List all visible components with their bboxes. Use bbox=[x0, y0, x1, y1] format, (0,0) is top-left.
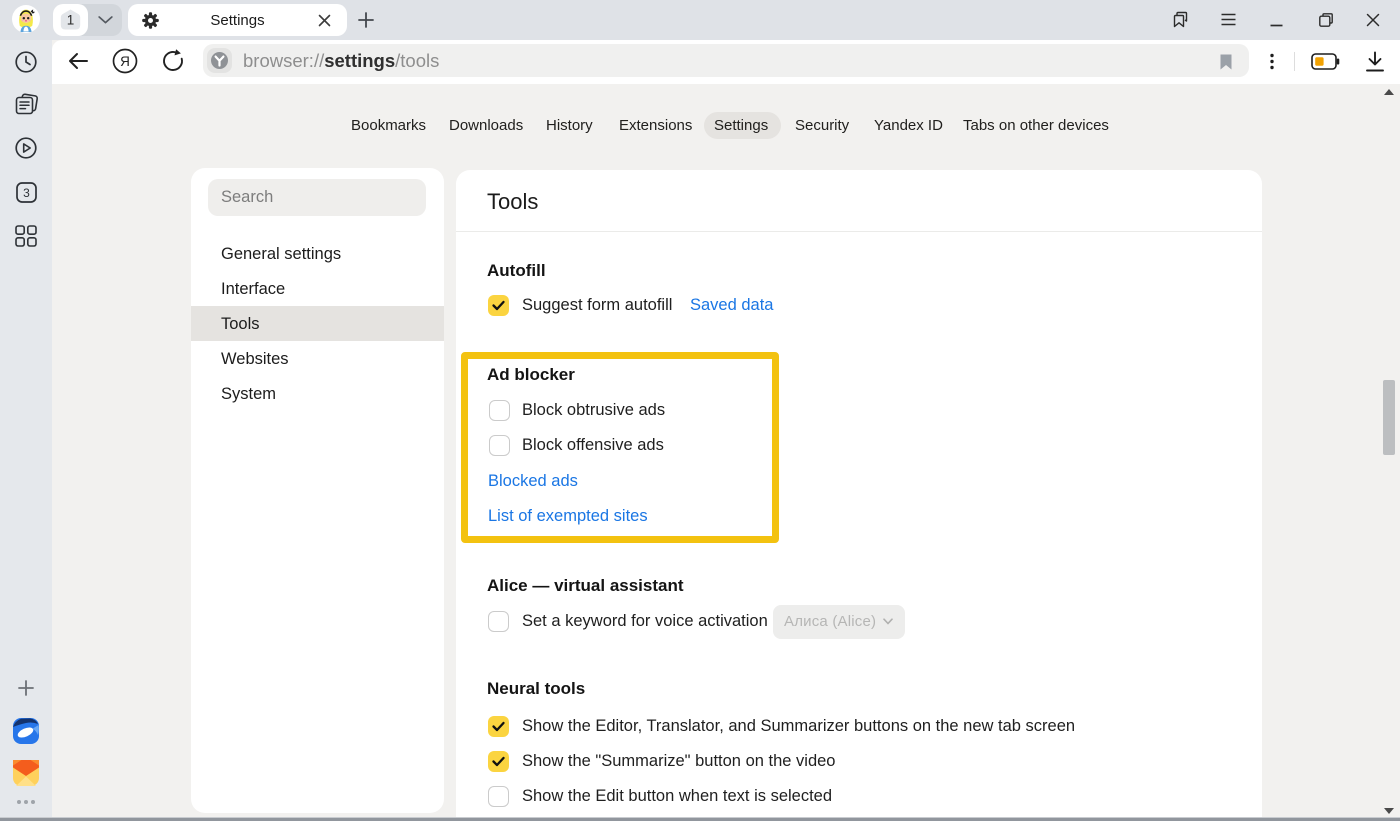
svg-text:3: 3 bbox=[23, 186, 30, 200]
svg-text:1: 1 bbox=[67, 13, 75, 28]
svg-text:Я: Я bbox=[120, 54, 130, 69]
